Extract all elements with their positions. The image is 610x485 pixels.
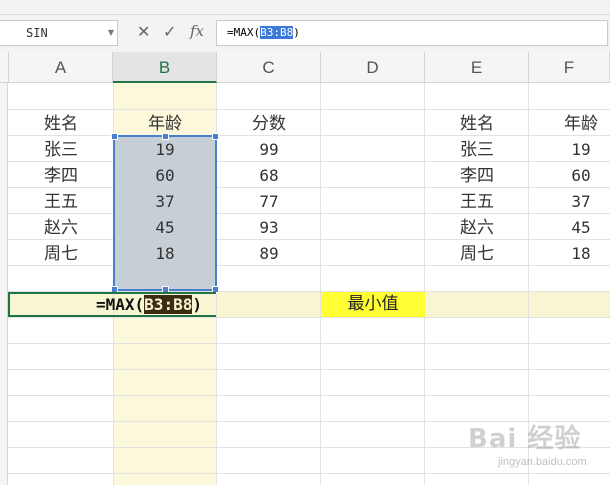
close-icon[interactable]: ✕ (137, 22, 150, 42)
watermark-logo: Bai 经验 (468, 424, 582, 454)
formula-bar: SIN ▼ ✕ ✓ fx =MAX(B3:B8) (0, 15, 610, 53)
formula-input[interactable]: =MAX(B3:B8) (216, 20, 608, 46)
cell-age[interactable]: 19 (529, 137, 610, 163)
cell-age[interactable]: 37 (113, 189, 217, 215)
header-score[interactable]: 分数 (217, 111, 321, 137)
formula-prefix: =MAX( (227, 26, 261, 39)
gridline (8, 317, 610, 318)
cell-age[interactable]: 60 (529, 163, 610, 189)
name-box[interactable]: SIN ▼ (0, 20, 118, 46)
cell-score[interactable]: 68 (217, 163, 321, 189)
formula-text: =MAX(B3:B8) (227, 26, 300, 39)
cell-score[interactable]: 93 (217, 215, 321, 241)
row-header-strip[interactable] (0, 83, 8, 485)
name-box-value: SIN (26, 26, 48, 40)
cell-score[interactable]: 99 (217, 137, 321, 163)
in-cell-formula-ref: B3:B8 (144, 295, 193, 314)
cell-name[interactable]: 李四 (425, 163, 529, 189)
cell-name[interactable]: 周七 (425, 241, 529, 267)
gridline (8, 395, 610, 396)
in-cell-formula-suffix: ) (192, 295, 202, 314)
cell-age[interactable]: 19 (113, 137, 217, 163)
formula-suffix: ) (293, 26, 300, 39)
header-name[interactable]: 姓名 (425, 111, 529, 137)
cell-name[interactable]: 赵六 (425, 215, 529, 241)
in-cell-formula[interactable]: =MAX(B3:B8) (96, 294, 202, 316)
watermark: Bai 经验 jingyan.baidu.com (458, 412, 608, 478)
column-header-e[interactable]: E (425, 52, 529, 83)
cell-age[interactable]: 45 (113, 215, 217, 241)
toolbar-strip (0, 0, 610, 15)
column-header-d[interactable]: D (321, 52, 425, 83)
cell-age[interactable]: 60 (113, 163, 217, 189)
min-value-label-cell[interactable]: 最小值 (321, 292, 425, 317)
gridline (8, 109, 610, 110)
function-icon[interactable]: fx (190, 22, 204, 40)
cell-score[interactable]: 77 (217, 189, 321, 215)
gridline (8, 343, 610, 344)
gridline (8, 369, 610, 370)
column-header-b[interactable]: B (113, 52, 217, 83)
formula-ref-selected: B3:B8 (260, 26, 294, 39)
cell-name[interactable]: 周七 (9, 241, 113, 267)
header-name[interactable]: 姓名 (9, 111, 113, 137)
watermark-url: jingyan.baidu.com (498, 456, 587, 468)
cell-score[interactable]: 89 (217, 241, 321, 267)
cell-name[interactable]: 李四 (9, 163, 113, 189)
chevron-down-icon[interactable]: ▼ (108, 28, 114, 37)
cell-age[interactable]: 18 (113, 241, 217, 267)
cell-name[interactable]: 张三 (9, 137, 113, 163)
cell-name[interactable]: 张三 (425, 137, 529, 163)
header-age[interactable]: 年龄 (529, 111, 610, 137)
cell-name[interactable]: 王五 (9, 189, 113, 215)
cell-age[interactable]: 37 (529, 189, 610, 215)
column-header-c[interactable]: C (217, 52, 321, 83)
cell-name[interactable]: 赵六 (9, 215, 113, 241)
column-header-f[interactable]: F (529, 52, 610, 83)
cell-age[interactable]: 45 (529, 215, 610, 241)
column-header-a[interactable]: A (9, 52, 113, 83)
cell-name[interactable]: 王五 (425, 189, 529, 215)
check-icon[interactable]: ✓ (163, 22, 176, 42)
in-cell-formula-prefix: =MAX( (96, 295, 145, 314)
cell-age[interactable]: 18 (529, 241, 610, 267)
header-age[interactable]: 年龄 (113, 111, 217, 137)
select-all-corner[interactable] (0, 52, 9, 83)
